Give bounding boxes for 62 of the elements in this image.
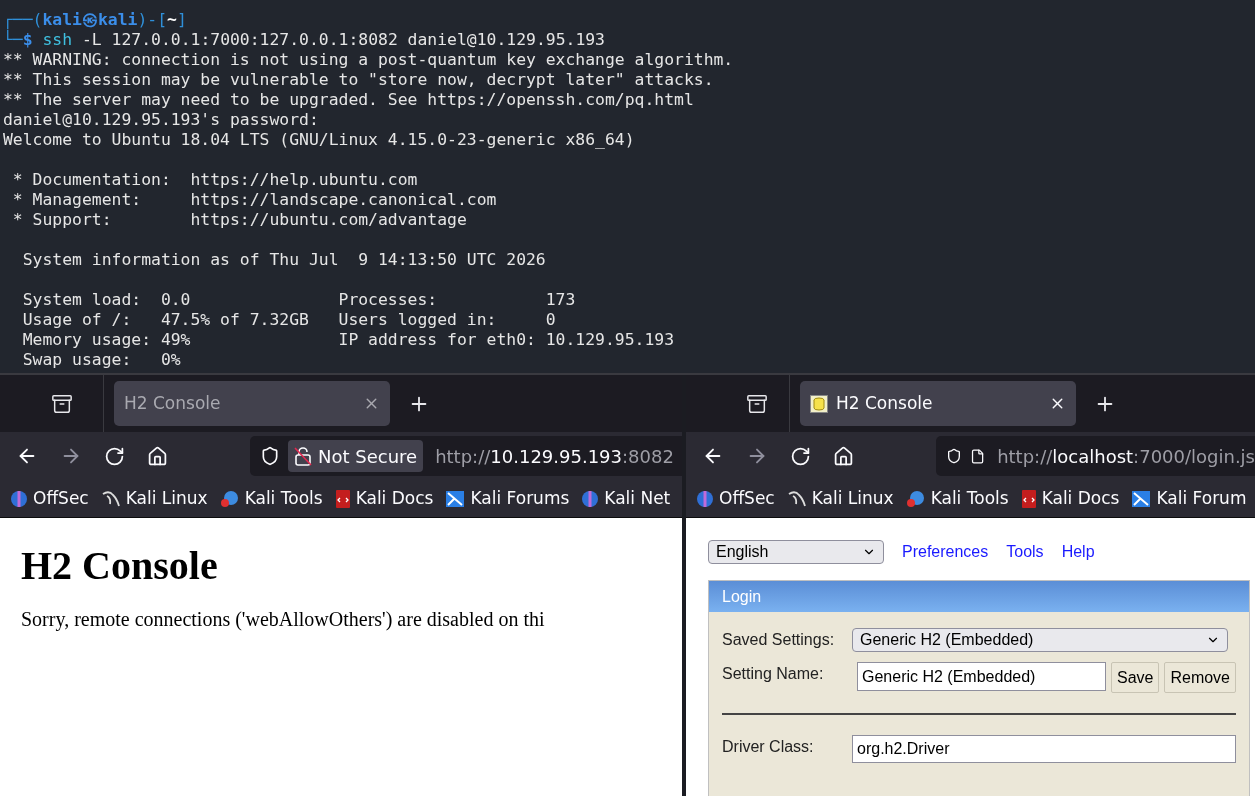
address-bar[interactable]: Not Secure http://10.129.95.193:8082 <box>250 436 682 476</box>
error-message: Sorry, remote connections ('webAllowOthers') are disabled on thi <box>21 607 546 633</box>
terminal-line: * Documentation: https://help.ubuntu.com <box>11 170 419 190</box>
security-label: Not Secure <box>318 444 418 469</box>
bookmark[interactable]: Kali Tools <box>905 485 1009 512</box>
form-button[interactable]: Save <box>1110 662 1160 693</box>
reload-icon[interactable] <box>790 445 811 467</box>
terminal-line: daniel@10.129.95.193's password: <box>3 110 320 130</box>
terminal-line: ** The server may need to be upgraded. See https://openssh.com/pq.html <box>3 90 695 110</box>
nav-link[interactable]: Help <box>1061 540 1095 564</box>
language-select[interactable]: English <box>708 540 884 564</box>
shield-icon[interactable] <box>946 446 962 466</box>
bookmark[interactable]: Kali Linux <box>100 485 208 512</box>
tab-groups-icon[interactable] <box>50 392 73 415</box>
driver-class-field[interactable]: org.h2.Driver <box>852 735 1236 763</box>
terminal-line: * Support: https://ubuntu.com/advantage <box>11 210 468 230</box>
browser-tab[interactable]: H2 Console <box>114 381 390 426</box>
bookmark[interactable]: Kali Docs <box>334 485 434 512</box>
terminal-line: ** WARNING: connection is not using a post-quantum key exchange algorithm. <box>3 50 735 70</box>
terminal-line: Welcome to Ubuntu 18.04 LTS (GNU/Linux 4.15.0-23-generic x86_64) <box>3 130 636 150</box>
field-label: Setting Name: <box>722 664 825 684</box>
command-line: └─$ ssh -L 127.0.0.1:7000:127.0.0.1:8082 daniel@10.129.95.193 <box>3 30 606 50</box>
field-label: Driver Class: <box>722 737 815 757</box>
home-icon[interactable] <box>147 445 168 467</box>
terminal-line: System load: 0.0 Processes: 173 <box>21 290 577 310</box>
tab-title: H2 Console <box>124 391 222 415</box>
nav-link[interactable]: Preferences <box>902 540 989 564</box>
browser-tab[interactable]: H2 Console <box>800 381 1076 426</box>
bookmark[interactable]: OffSec <box>10 485 89 512</box>
setting-name-field[interactable]: Generic H2 (Embedded) <box>857 662 1106 691</box>
tab-groups-icon[interactable] <box>745 392 768 415</box>
saved-settings-select[interactable]: Generic H2 (Embedded) <box>852 628 1228 652</box>
panel-header: Login <box>709 581 1249 612</box>
reload-icon[interactable] <box>104 445 125 467</box>
url-text: http://10.129.95.193:8082 <box>435 444 674 469</box>
prompt-line: ┌──(kali㉿kali)-[~] <box>3 10 188 29</box>
bookmark[interactable]: Kali Forums <box>445 485 570 512</box>
terminal-line: Usage of /: 47.5% of 7.32GB Users logged in: 0 <box>21 310 557 330</box>
book-icon <box>1020 488 1037 509</box>
bookmark[interactable]: OffSec <box>696 485 775 512</box>
unlocked-icon <box>294 446 312 466</box>
terminal-line: ** This session may be vulnerable to "store now, decrypt later" attacks. <box>3 70 715 90</box>
terminal-line: Swap usage: 0% <box>21 350 182 370</box>
form-button[interactable]: Remove <box>1164 662 1236 693</box>
bookmark[interactable]: Kali Linux <box>786 485 894 512</box>
bookmark[interactable]: Kali Docs <box>1020 485 1120 512</box>
tab-title: H2 Console <box>836 391 934 415</box>
home-icon[interactable] <box>833 445 854 467</box>
nav-link[interactable]: Tools <box>1006 540 1044 564</box>
shield-icon[interactable] <box>260 446 280 466</box>
bookmark[interactable]: Kali Net <box>581 485 671 512</box>
field-label: Saved Settings: <box>722 630 836 650</box>
bookmark[interactable]: Kali Tools <box>219 485 323 512</box>
book-icon <box>334 488 351 509</box>
not-secure-badge[interactable]: Not Secure <box>288 440 424 472</box>
bookmark[interactable]: Kali Forum <box>1131 485 1247 512</box>
terminal-line: System information as of Thu Jul 9 14:13:50 UTC 2026 <box>21 250 547 270</box>
address-bar[interactable]: http://localhost:7000/login.js <box>936 436 1255 476</box>
url-text: http://localhost:7000/login.js <box>997 444 1255 469</box>
terminal-line: Memory usage: 49% IP address for eth0: 10.129.95.193 <box>21 330 676 350</box>
terminal-line: * Management: https://landscape.canonical.com <box>11 190 498 210</box>
page-heading: H2 Console <box>21 542 219 590</box>
